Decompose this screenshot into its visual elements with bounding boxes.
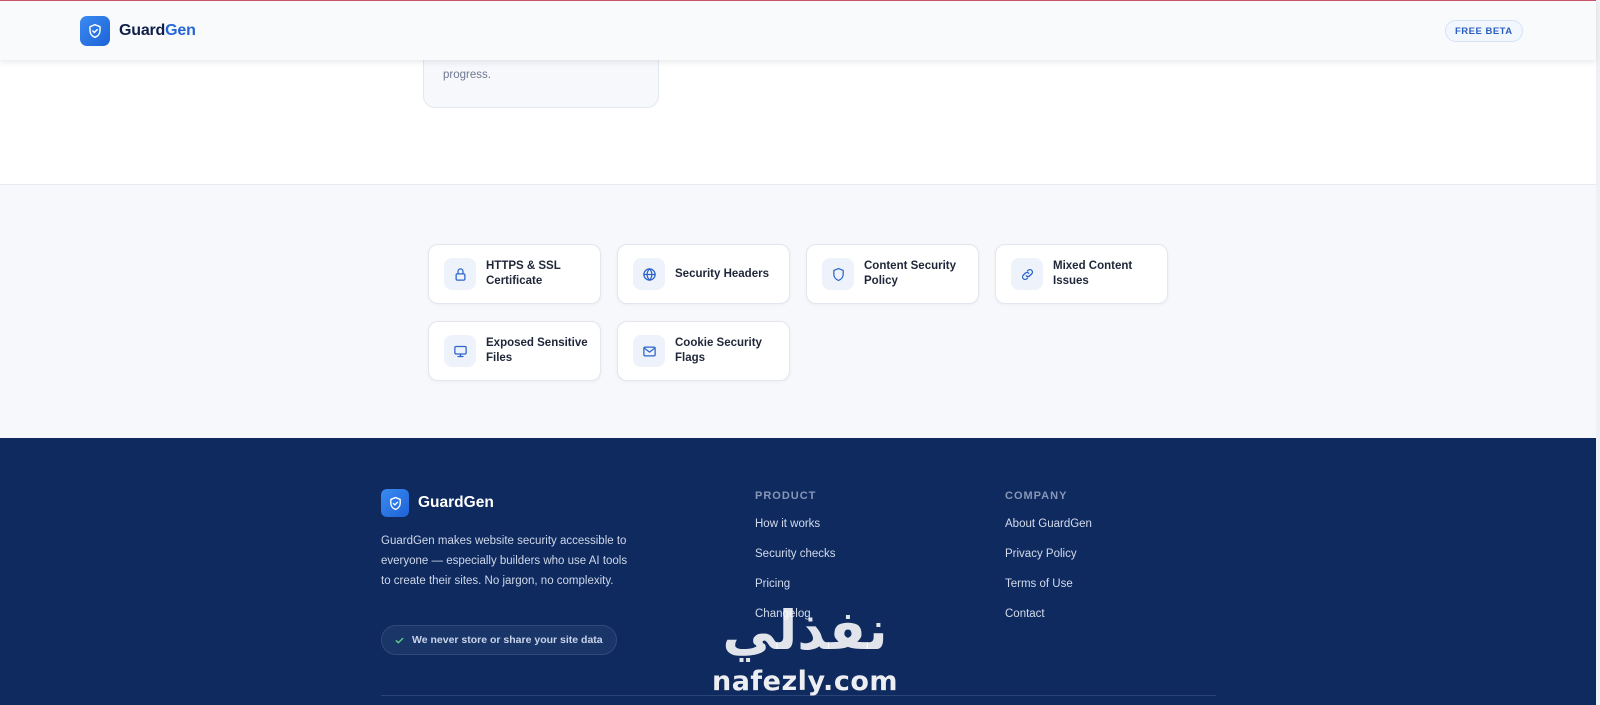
footer-link-contact[interactable]: Contact [1005, 606, 1092, 636]
page: GuardGen FREE BETA progress. HTTPS & SSL… [0, 0, 1600, 705]
privacy-pill-text: We never store or share your site data [412, 634, 603, 646]
free-beta-badge: FREE BETA [1445, 20, 1523, 42]
footer-company-column: COMPANY About GuardGen Privacy Policy Te… [1005, 490, 1092, 636]
check-label: Exposed Sensitive Files [486, 337, 588, 364]
check-card-https[interactable]: HTTPS & SSL Certificate [428, 244, 601, 304]
footer-product-title: PRODUCT [755, 490, 817, 502]
mail-icon [633, 335, 665, 367]
footer-logo[interactable]: GuardGen [381, 489, 494, 517]
security-checks-section: HTTPS & SSL Certificate Security Headers… [0, 184, 1596, 438]
header-logo[interactable]: GuardGen [80, 16, 196, 46]
footer-link-about[interactable]: About GuardGen [1005, 516, 1092, 546]
check-icon [395, 637, 404, 643]
watermark: نفذلي nafezly.com [700, 600, 910, 705]
footer-link-security-checks[interactable]: Security checks [755, 546, 836, 576]
link-icon [1011, 258, 1043, 290]
step-card-text: progress. [443, 69, 491, 81]
check-label: HTTPS & SSL Certificate [486, 260, 561, 287]
check-card-mixed-content[interactable]: Mixed Content Issues [995, 244, 1168, 304]
brand-name: GuardGen [119, 22, 196, 40]
globe-icon [633, 258, 665, 290]
footer-company-title: COMPANY [1005, 490, 1068, 502]
footer-link-privacy-policy[interactable]: Privacy Policy [1005, 546, 1092, 576]
check-label: Content Security Policy [864, 260, 957, 287]
footer-description: GuardGen makes website security accessib… [381, 535, 628, 587]
check-card-security-headers[interactable]: Security Headers [617, 244, 790, 304]
check-card-csp[interactable]: Content Security Policy [806, 244, 979, 304]
privacy-pill: We never store or share your site data [381, 625, 617, 655]
shield-logo-icon [381, 489, 409, 517]
check-label: Security Headers [675, 267, 769, 280]
watermark-latin: nafezly.com [711, 666, 899, 697]
footer-brand-name: GuardGen [418, 494, 494, 511]
watermark-arabic: نفذلي [722, 599, 888, 662]
brand-name-first: Guard [119, 22, 166, 39]
site-header: GuardGen FREE BETA [0, 0, 1596, 60]
shield-icon [822, 258, 854, 290]
check-label: Cookie Security Flags [675, 337, 762, 364]
scrollbar-track[interactable] [1596, 0, 1600, 705]
lock-icon [444, 258, 476, 290]
check-card-sensitive-files[interactable]: Exposed Sensitive Files [428, 321, 601, 381]
brand-name-second: Gen [165, 22, 196, 39]
footer-link-how-it-works[interactable]: How it works [755, 516, 836, 546]
check-card-cookie-flags[interactable]: Cookie Security Flags [617, 321, 790, 381]
footer-link-terms[interactable]: Terms of Use [1005, 576, 1092, 606]
monitor-icon [444, 335, 476, 367]
check-label: Mixed Content Issues [1053, 260, 1133, 287]
shield-logo-icon [80, 16, 110, 46]
